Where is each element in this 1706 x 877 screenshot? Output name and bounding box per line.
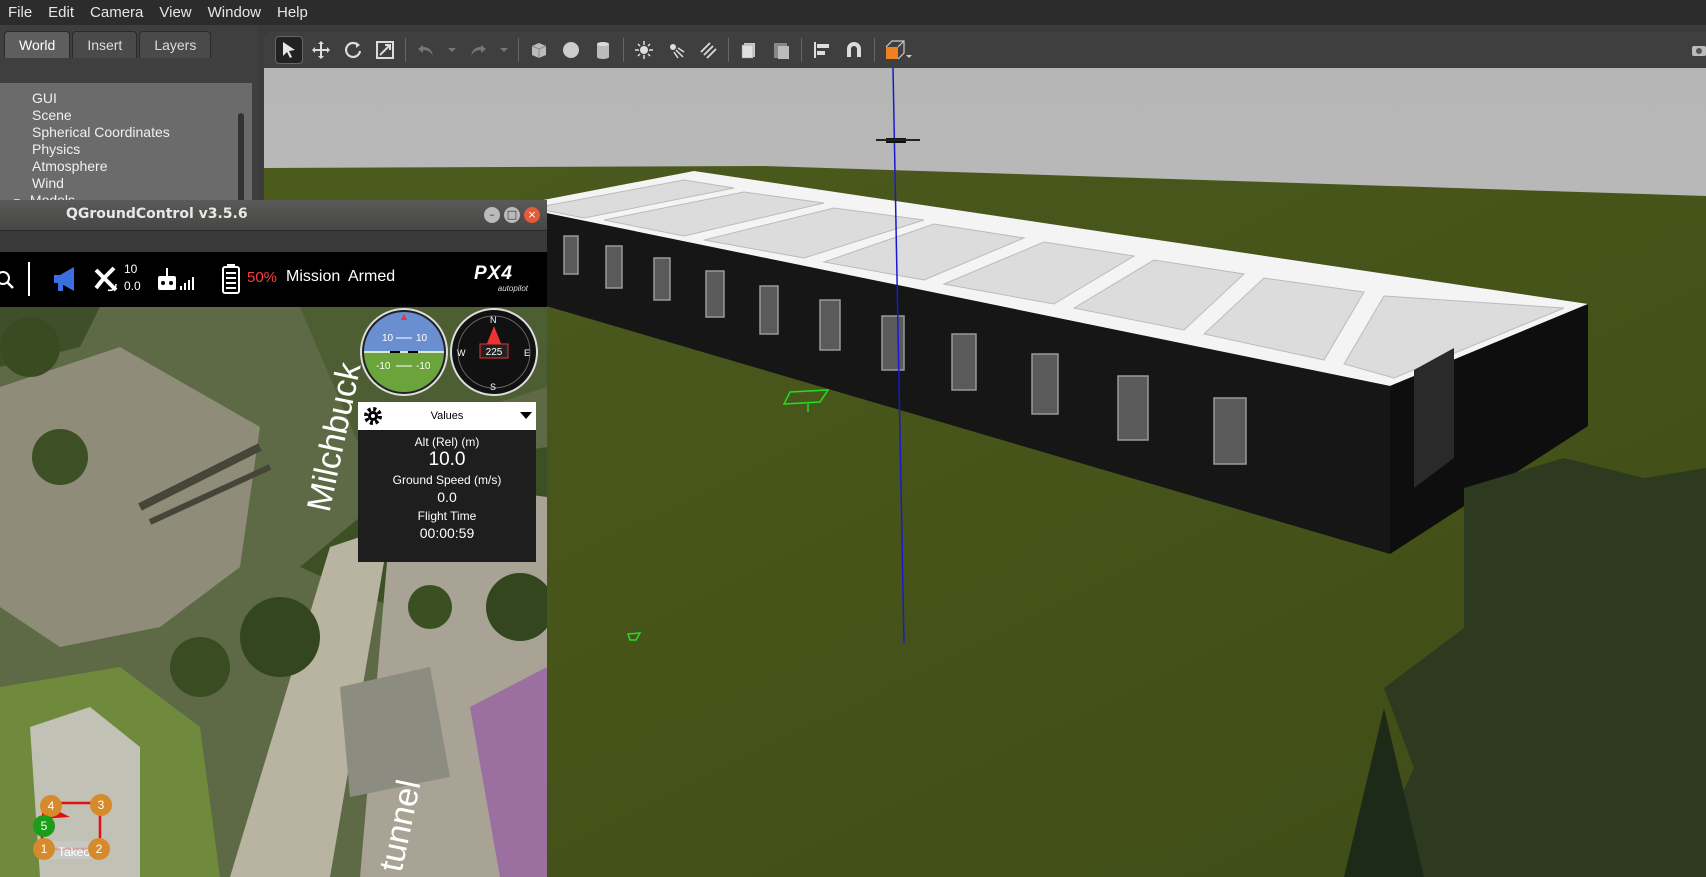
flight-time-label: Flight Time: [417, 509, 477, 523]
waypoint-5-current[interactable]: 5: [33, 815, 55, 837]
satellite-icon[interactable]: [92, 264, 122, 296]
search-icon[interactable]: [0, 268, 16, 292]
tree-item-physics[interactable]: Physics: [32, 141, 252, 158]
alt-value: 10.0: [428, 449, 466, 470]
maximize-icon[interactable]: □: [504, 207, 520, 223]
menu-edit[interactable]: Edit: [40, 0, 82, 25]
toolbar-separator: [405, 38, 406, 62]
redo-icon[interactable]: [465, 37, 491, 63]
waypoint-4[interactable]: 4: [40, 795, 62, 817]
pitch-label-up-left: 10: [382, 333, 394, 344]
world-tree: GUI Scene Spherical Coordinates Physics …: [0, 83, 252, 213]
qgc-title-bar[interactable]: QGroundControl v3.5.6 – □ ×: [0, 200, 547, 231]
pitch-label-up-right: 10: [416, 333, 428, 344]
flight-time-value: 00:00:59: [419, 525, 475, 541]
menu-window[interactable]: Window: [200, 0, 269, 25]
left-panel: World Insert Layers GUI Scene Spherical …: [0, 25, 258, 213]
battery-icon[interactable]: [222, 264, 240, 294]
instrument-panel: 10 10 -10 -10 N S E W 225 Values Alt (Re…: [358, 306, 538, 562]
tab-layers[interactable]: Layers: [139, 31, 212, 58]
tab-insert[interactable]: Insert: [72, 31, 138, 58]
scale-icon[interactable]: [372, 37, 398, 63]
sphere-icon[interactable]: [558, 37, 584, 63]
compass-west: W: [457, 348, 466, 358]
menu-file[interactable]: File: [0, 0, 40, 25]
values-title: Values: [430, 410, 464, 422]
box-icon[interactable]: [526, 37, 552, 63]
battery-percent[interactable]: 50%: [247, 269, 277, 286]
paste-icon[interactable]: [768, 37, 794, 63]
pitch-label-down-left: -10: [376, 361, 391, 372]
undo-icon[interactable]: [413, 37, 439, 63]
tree-item-scene[interactable]: Scene: [32, 107, 252, 124]
minimize-icon[interactable]: –: [484, 207, 500, 223]
tree-item-spherical-coordinates[interactable]: Spherical Coordinates: [32, 124, 252, 141]
waypoint-2[interactable]: 2: [88, 838, 110, 860]
toolbar-separator: [874, 38, 875, 62]
megaphone-icon[interactable]: [50, 264, 84, 294]
close-icon[interactable]: ×: [524, 207, 540, 223]
toolbar-separator: [623, 38, 624, 62]
undo-dropdown-icon[interactable]: [445, 37, 459, 63]
menu-help[interactable]: Help: [269, 0, 316, 25]
chevron-down-icon[interactable]: [520, 412, 532, 420]
tree-item-gui[interactable]: GUI: [32, 90, 252, 107]
attitude-indicator: 10 10 -10 -10: [360, 308, 448, 396]
rotate-icon[interactable]: [340, 37, 366, 63]
arm-state[interactable]: Armed: [348, 268, 395, 286]
snap-magnet-icon[interactable]: [841, 37, 867, 63]
ground-speed-label: Ground Speed (m/s): [392, 473, 502, 487]
spot-light-icon[interactable]: [663, 37, 689, 63]
toolbar-separator: [728, 38, 729, 62]
satellite-count: 10: [124, 262, 138, 276]
select-arrow-icon[interactable]: [275, 36, 303, 64]
cylinder-icon[interactable]: [590, 37, 616, 63]
pitch-label-down-right: -10: [416, 361, 431, 372]
menu-bar: File Edit Camera View Window Help: [0, 0, 1706, 25]
alt-label: Alt (Rel) (m): [414, 435, 480, 449]
tree-item-atmosphere[interactable]: Atmosphere: [32, 158, 252, 175]
redo-dropdown-icon[interactable]: [497, 37, 511, 63]
copy-icon[interactable]: [736, 37, 762, 63]
values-panel: Values Alt (Rel) (m) 10.0 Ground Speed (…: [358, 402, 536, 562]
compass-south: S: [490, 382, 496, 392]
tab-world[interactable]: World: [4, 31, 71, 58]
ground-speed-value: 0.0: [437, 489, 457, 505]
toolbar-separator: [518, 38, 519, 62]
rc-signal-icon[interactable]: [158, 266, 198, 294]
qgc-window-title: QGroundControl v3.5.6: [66, 206, 248, 222]
screenshot-camera-icon[interactable]: [1690, 38, 1706, 66]
satellite-hdop: 0.0: [124, 279, 141, 293]
compass-heading: 225: [486, 347, 503, 358]
toolbar-divider: [28, 262, 30, 296]
tree-scrollbar[interactable]: [238, 113, 244, 213]
directional-light-icon[interactable]: [695, 37, 721, 63]
waypoint-1[interactable]: 1: [33, 838, 55, 860]
tree-item-wind[interactable]: Wind: [32, 175, 252, 192]
left-panel-tabs: World Insert Layers: [4, 31, 213, 58]
waypoint-3[interactable]: 3: [90, 794, 112, 816]
menu-view[interactable]: View: [151, 0, 199, 25]
menu-camera[interactable]: Camera: [82, 0, 151, 25]
qgc-toolbar: 10 0.0 50% Mission Armed PX4 autopilot: [0, 252, 547, 307]
view-angle-icon[interactable]: [882, 37, 916, 63]
compass-indicator: N S E W 225: [450, 308, 538, 396]
translate-icon[interactable]: [308, 37, 334, 63]
takeoff-label: Takeo: [58, 845, 91, 859]
point-light-icon[interactable]: [631, 37, 657, 63]
scene-toolbar: [264, 32, 1706, 68]
qgc-menu-strip: [0, 231, 547, 252]
flight-mode[interactable]: Mission: [286, 268, 340, 286]
px4-logo: PX4 autopilot: [474, 263, 528, 294]
values-header[interactable]: Values: [358, 402, 536, 430]
toolbar-separator: [801, 38, 802, 62]
align-icon[interactable]: [809, 37, 835, 63]
compass-east: E: [524, 348, 530, 358]
compass-north: N: [490, 315, 497, 325]
